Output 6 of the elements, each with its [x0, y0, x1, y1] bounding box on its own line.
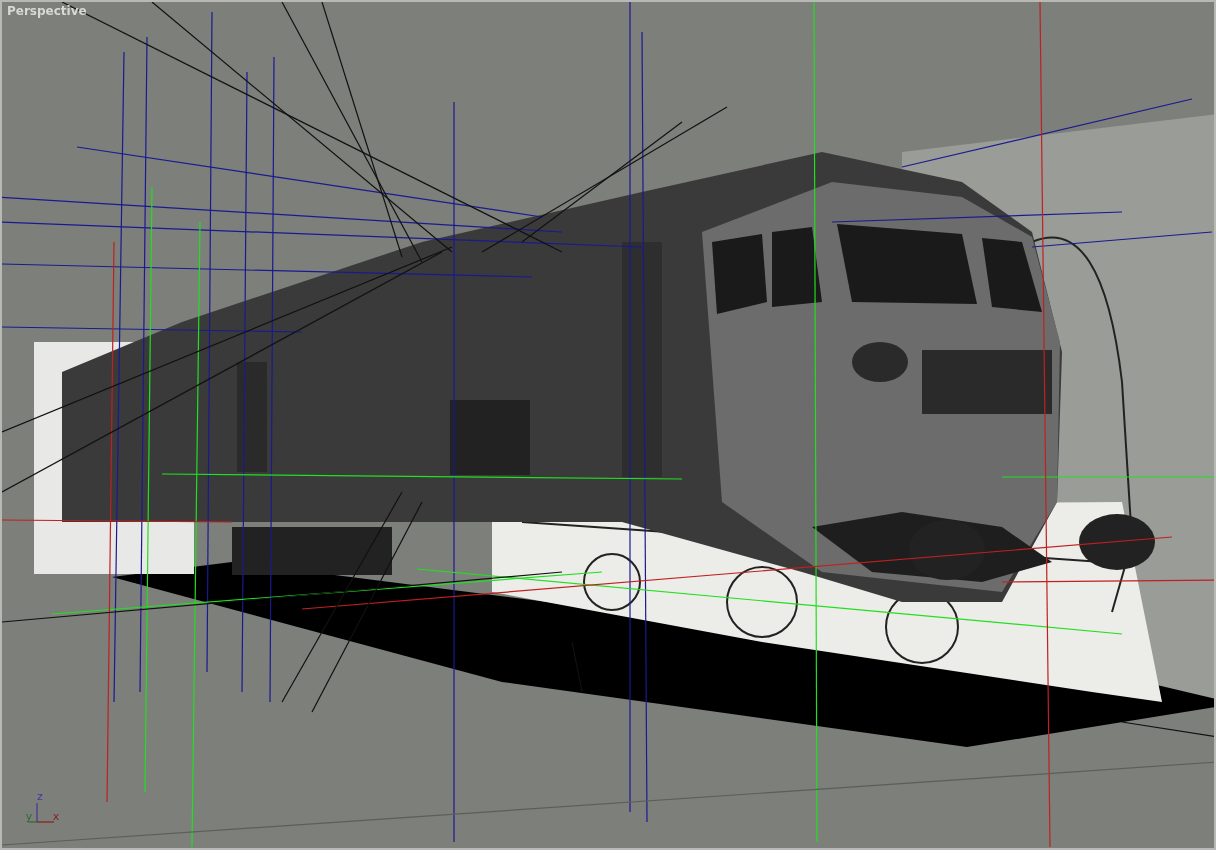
axis-label: y — [25, 810, 33, 823]
axis-label: z — [37, 790, 43, 803]
axis-gizmo-icon — [27, 802, 55, 823]
viewport-label[interactable]: Perspective — [7, 4, 87, 18]
3d-viewport[interactable]: Perspective z y x — [0, 0, 1216, 850]
axis-label: x — [52, 810, 60, 823]
